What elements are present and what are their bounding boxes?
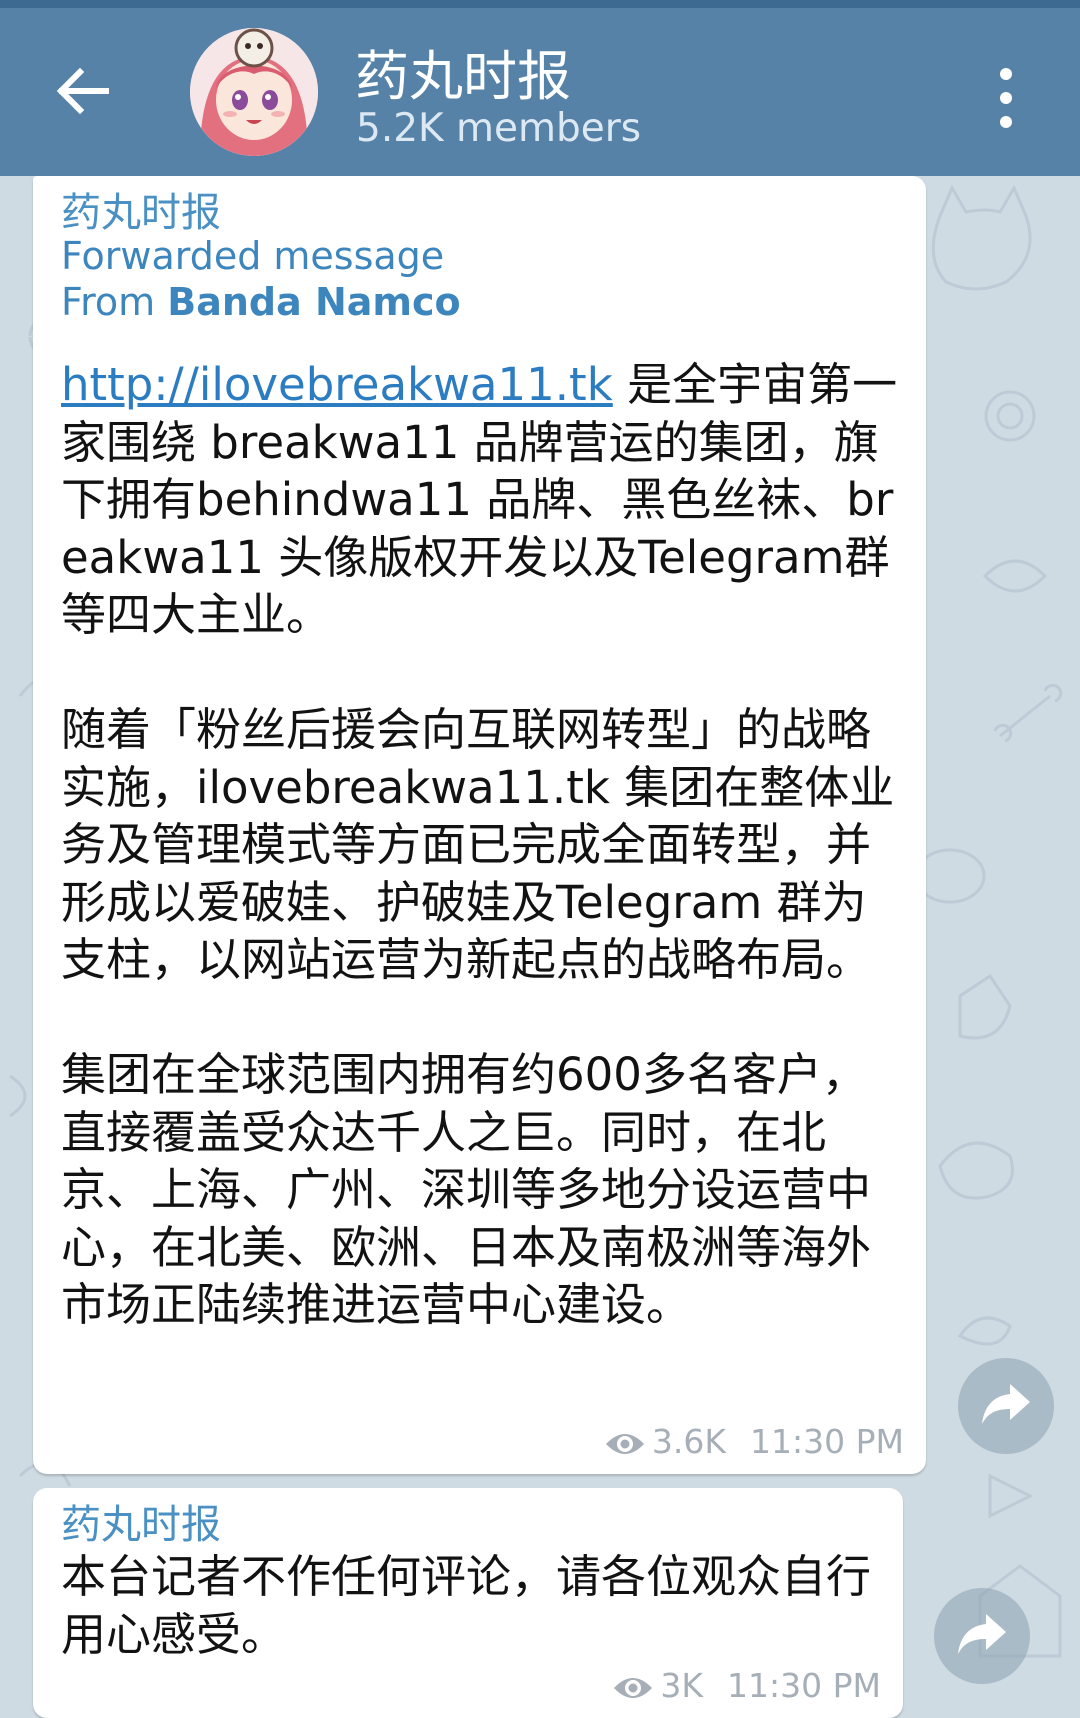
- message-link[interactable]: http://ilovebreakwa11.tk: [61, 358, 613, 411]
- chat-avatar[interactable]: [190, 28, 318, 156]
- share-button[interactable]: [934, 1588, 1030, 1684]
- share-button[interactable]: [958, 1358, 1054, 1454]
- forwarded-from-name[interactable]: Banda Namco: [167, 280, 460, 324]
- message-time: 11:30 PM: [727, 1666, 881, 1705]
- message-sender[interactable]: 药丸时报: [61, 180, 221, 238]
- forwarded-label: Forwarded message: [61, 234, 445, 278]
- message-time: 11:30 PM: [750, 1422, 904, 1461]
- chat-header: 药丸时报 5.2K members: [0, 8, 1080, 176]
- message-meta: 3.6K 11:30 PM: [604, 1422, 904, 1461]
- chat-title[interactable]: 药丸时报: [355, 32, 571, 111]
- view-count: 3.6K: [651, 1422, 727, 1461]
- forwarded-from[interactable]: From Banda Namco: [61, 280, 461, 324]
- status-strip: [0, 0, 1080, 8]
- member-count: 5.2K members: [356, 106, 642, 151]
- avatar-image: [190, 28, 318, 156]
- message-text: 本台记者不作任何评论，请各位观众自行用心感受。: [61, 1550, 872, 1661]
- message-meta: 3K 11:30 PM: [612, 1666, 881, 1705]
- back-button[interactable]: [50, 58, 116, 124]
- share-icon: [982, 1384, 1030, 1424]
- eye-icon: [605, 1433, 644, 1454]
- arrow-left-icon: [56, 67, 109, 115]
- view-count: 3K: [660, 1666, 704, 1705]
- message-body: 是全宇宙第一家围绕 breakwa11 品牌营运的集团，旗下拥有behindwa…: [61, 358, 898, 1331]
- message-sender[interactable]: 药丸时报: [61, 1492, 221, 1550]
- message-bubble[interactable]: 药丸时报 本台记者不作任何评论，请各位观众自行用心感受。 3K 11:30 PM: [33, 1488, 903, 1718]
- message-bubble[interactable]: 药丸时报 Forwarded message From Banda Namco …: [33, 176, 926, 1474]
- eye-icon: [614, 1677, 653, 1698]
- more-menu-button[interactable]: [986, 66, 1026, 130]
- forwarded-from-prefix: From: [61, 280, 168, 324]
- share-icon: [958, 1614, 1006, 1654]
- message-text: http://ilovebreakwa11.tk 是全宇宙第一家围绕 break…: [61, 356, 901, 1334]
